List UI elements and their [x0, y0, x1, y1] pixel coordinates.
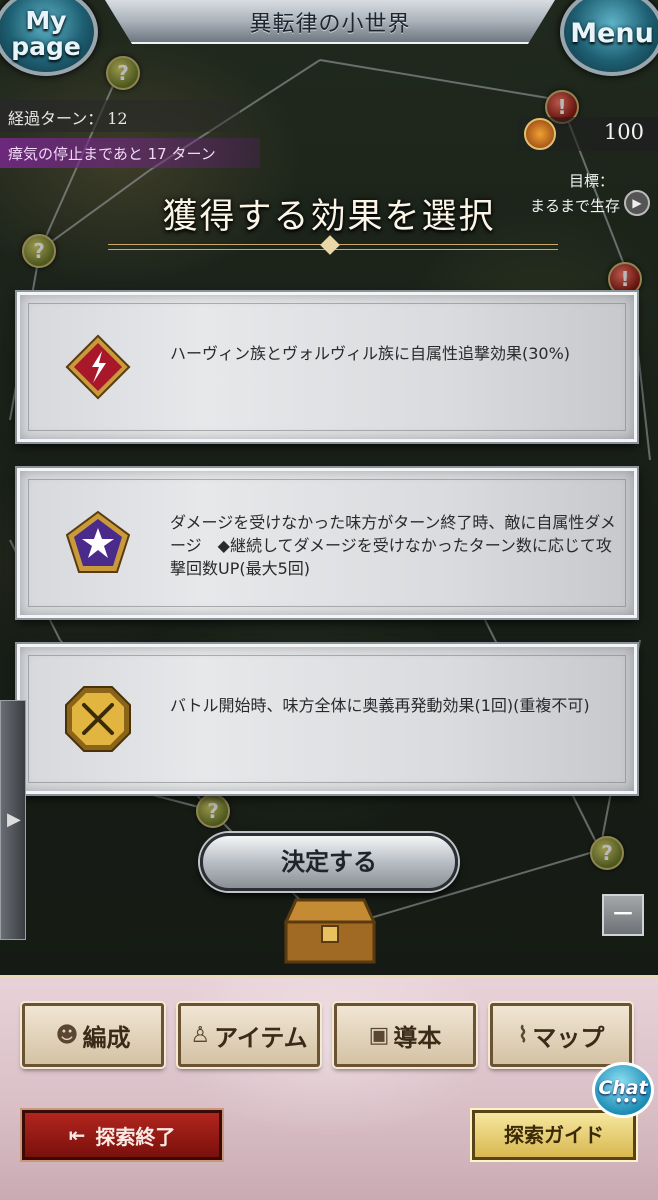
item-label: アイテム	[214, 1023, 308, 1052]
gold-crossed-swords-icon	[64, 685, 132, 753]
purple-star-pentagon-icon	[64, 509, 132, 577]
decide-button[interactable]: 決定する	[200, 833, 458, 891]
formation-label: 編成	[82, 1023, 131, 1052]
elapsed-turn-box: 経過ターン： 12	[0, 100, 240, 132]
party-icon: ☻	[55, 1022, 79, 1048]
zoom-out-button[interactable]: −	[602, 894, 644, 936]
select-effect-title: 獲得する効果を選択	[162, 197, 496, 237]
chat-button[interactable]: Chat •••	[592, 1062, 654, 1118]
chevron-right-icon: ▶	[7, 809, 21, 830]
effect-description: ハーヴィン族とヴォルヴィル族に自属性追撃効果(30%)	[170, 344, 571, 363]
guide-book-label: 導本	[393, 1023, 442, 1052]
effect-description: ダメージを受けなかった味方がターン終了時、敵に自属性ダメージ ◆継続してダメージ…	[170, 513, 616, 578]
exploration-guide-button[interactable]: 探索ガイド	[472, 1110, 636, 1160]
map-scroll-icon: ⌇	[517, 1022, 529, 1048]
treasure-chest-icon	[278, 896, 382, 966]
potion-icon: ♙	[190, 1022, 211, 1048]
effect-card-2[interactable]: ダメージを受けなかった味方がターン終了時、敵に自属性ダメージ ◆継続してダメージ…	[17, 468, 637, 618]
end-exploration-button[interactable]: ⇤ 探索終了	[22, 1110, 222, 1160]
guide-book-button[interactable]: ▣ 導本	[334, 1003, 476, 1067]
effect-card-1[interactable]: ハーヴィン族とヴォルヴィル族に自属性追撃効果(30%)	[17, 292, 637, 442]
exit-icon: ⇤	[68, 1123, 86, 1147]
map-button[interactable]: ⌇ マップ	[490, 1003, 632, 1067]
end-label: 探索終了	[95, 1124, 176, 1149]
chat-dots-icon: •••	[615, 1094, 639, 1108]
page-title: 異転律の小世界	[249, 12, 411, 37]
turn-label: 経過ターン：	[8, 109, 104, 128]
mypage-label: My page	[11, 6, 81, 61]
title-ornament	[108, 244, 558, 250]
red-lightning-badge-icon	[64, 333, 132, 401]
book-icon: ▣	[368, 1022, 390, 1048]
effect-description: バトル開始時、味方全体に奥義再発動効果(1回)(重複不可)	[170, 696, 590, 715]
points-icon	[524, 118, 556, 150]
side-panel-tab[interactable]: ▶	[0, 700, 26, 940]
turn-value: 12	[107, 109, 128, 128]
map-label: マップ	[532, 1023, 605, 1052]
formation-button[interactable]: ☻ 編成	[22, 1003, 164, 1067]
miasma-countdown: 瘴気の停止まであと 17 ターン	[0, 138, 260, 168]
menu-label: Menu	[570, 18, 654, 49]
effect-card-3[interactable]: バトル開始時、味方全体に奥義再発動効果(1回)(重複不可)	[17, 644, 637, 794]
item-button[interactable]: ♙ アイテム	[178, 1003, 320, 1067]
